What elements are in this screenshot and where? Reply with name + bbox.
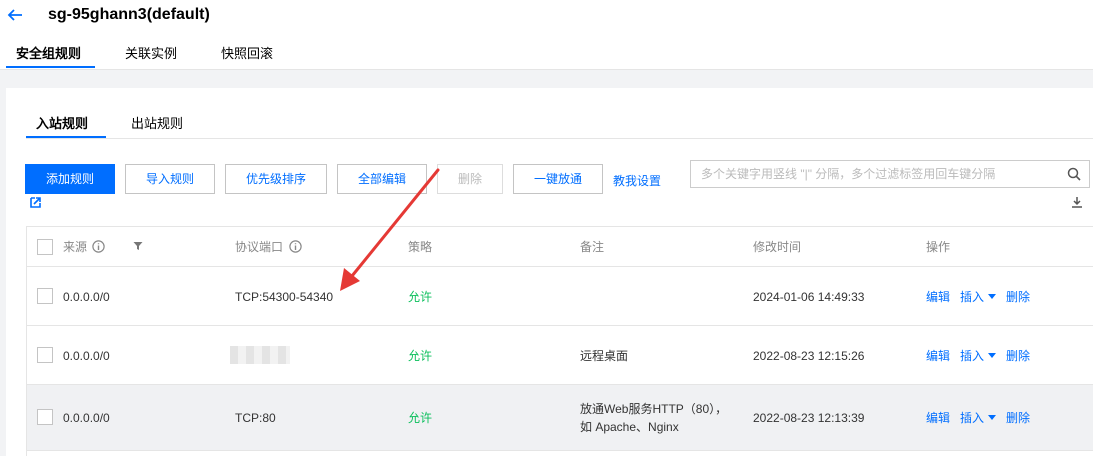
rules-panel: 入站规则 出站规则 添加规则 导入规则 优先级排序 全部编辑 删除 一键放通 教… xyxy=(6,88,1093,456)
row-checkbox[interactable] xyxy=(37,288,53,304)
table-row: 0.0.0.0/0 允许 远程桌面 2022-08-23 12:15:26 编辑… xyxy=(27,326,1093,385)
col-policy: 策略 xyxy=(408,240,433,254)
row-edit-link[interactable]: 编辑 xyxy=(926,410,950,426)
tab-associated-instances[interactable]: 关联实例 xyxy=(125,46,177,62)
subtabs-divider xyxy=(26,138,1093,139)
import-rules-button[interactable]: 导入规则 xyxy=(125,164,215,194)
row-remark: 远程桌面 xyxy=(580,349,629,363)
row-delete-link[interactable]: 删除 xyxy=(1006,410,1030,426)
row-policy: 允许 xyxy=(408,411,433,425)
chevron-down-icon xyxy=(988,415,997,420)
col-remark: 备注 xyxy=(580,240,605,254)
table-row: 0.0.0.0/0 TCP:54300-54340 允许 2024-01-06 … xyxy=(27,267,1093,326)
col-modified: 修改时间 xyxy=(753,240,802,254)
priority-sort-button[interactable]: 优先级排序 xyxy=(225,164,327,194)
search-input[interactable] xyxy=(691,161,1061,187)
page-title: sg-95ghann3(default) xyxy=(48,6,210,23)
row-insert-label: 插入 xyxy=(960,290,985,304)
open-all-button[interactable]: 一键放通 xyxy=(513,164,603,194)
add-rule-button[interactable]: 添加规则 xyxy=(25,164,115,194)
row-delete-link[interactable]: 删除 xyxy=(1006,289,1030,305)
edit-all-button[interactable]: 全部编辑 xyxy=(337,164,427,194)
search-icon[interactable] xyxy=(1067,167,1081,181)
row-protocol-port: TCP:54300-54340 xyxy=(235,290,334,304)
row-modified: 2022-08-23 12:15:26 xyxy=(753,349,865,363)
tab-security-rules[interactable]: 安全组规则 xyxy=(16,46,81,62)
row-source: 0.0.0.0/0 xyxy=(63,349,110,363)
row-source: 0.0.0.0/0 xyxy=(63,411,110,425)
row-modified: 2022-08-23 12:13:39 xyxy=(753,411,865,425)
tab-snapshot-rollback[interactable]: 快照回滚 xyxy=(221,46,273,62)
filter-icon[interactable] xyxy=(133,241,143,251)
col-source: 来源 xyxy=(63,240,88,254)
rules-table: 来源 协议端口 策略 备注 修改时间 操作 0.0.0.0/0 TCP:5430… xyxy=(26,226,1093,456)
row-edit-link[interactable]: 编辑 xyxy=(926,289,950,305)
tab-outbound-rules[interactable]: 出站规则 xyxy=(131,116,183,132)
select-all-checkbox[interactable] xyxy=(37,239,53,255)
tab-inbound-rules[interactable]: 入站规则 xyxy=(36,116,88,132)
row-source: 0.0.0.0/0 xyxy=(63,290,110,304)
col-actions: 操作 xyxy=(926,240,951,254)
page-header: sg-95ghann3(default) 安全组规则 关联实例 快照回滚 xyxy=(0,0,1093,70)
row-remark-line2: 如 Apache、Nginx xyxy=(580,420,679,434)
row-checkbox[interactable] xyxy=(37,347,53,363)
row-insert-dropdown[interactable]: 插入 xyxy=(960,289,997,305)
info-icon[interactable] xyxy=(92,240,105,253)
active-tab-indicator xyxy=(6,66,95,68)
info-icon[interactable] xyxy=(289,240,302,253)
search-box xyxy=(690,160,1090,188)
row-insert-label: 插入 xyxy=(960,411,985,425)
chevron-down-icon xyxy=(988,353,997,358)
row-policy: 允许 xyxy=(408,349,433,363)
row-insert-dropdown[interactable]: 插入 xyxy=(960,410,997,426)
delete-button[interactable]: 删除 xyxy=(437,164,503,194)
external-link-icon[interactable] xyxy=(30,197,41,208)
row-edit-link[interactable]: 编辑 xyxy=(926,348,950,364)
row-modified: 2024-01-06 14:49:33 xyxy=(753,290,865,304)
row-policy: 允许 xyxy=(408,290,433,304)
row-insert-dropdown[interactable]: 插入 xyxy=(960,348,997,364)
table-row: 0.0.0.0/0 TCP:80 允许 放通Web服务HTTP（80）， 如 A… xyxy=(27,385,1093,451)
row-insert-label: 插入 xyxy=(960,349,985,363)
row-remark-line1: 放通Web服务HTTP（80）， xyxy=(580,402,728,416)
col-protocol-port: 协议端口 xyxy=(235,240,284,254)
table-header: 来源 协议端口 策略 备注 修改时间 操作 xyxy=(27,227,1093,267)
chevron-down-icon xyxy=(988,294,997,299)
row-checkbox[interactable] xyxy=(37,409,53,425)
download-icon[interactable] xyxy=(1071,196,1083,208)
back-arrow-icon[interactable] xyxy=(6,6,24,24)
help-setup-link[interactable]: 教我设置 xyxy=(613,172,661,189)
redacted-protocol-port xyxy=(230,346,290,364)
row-delete-link[interactable]: 删除 xyxy=(1006,348,1030,364)
row-protocol-port: TCP:80 xyxy=(235,411,276,425)
